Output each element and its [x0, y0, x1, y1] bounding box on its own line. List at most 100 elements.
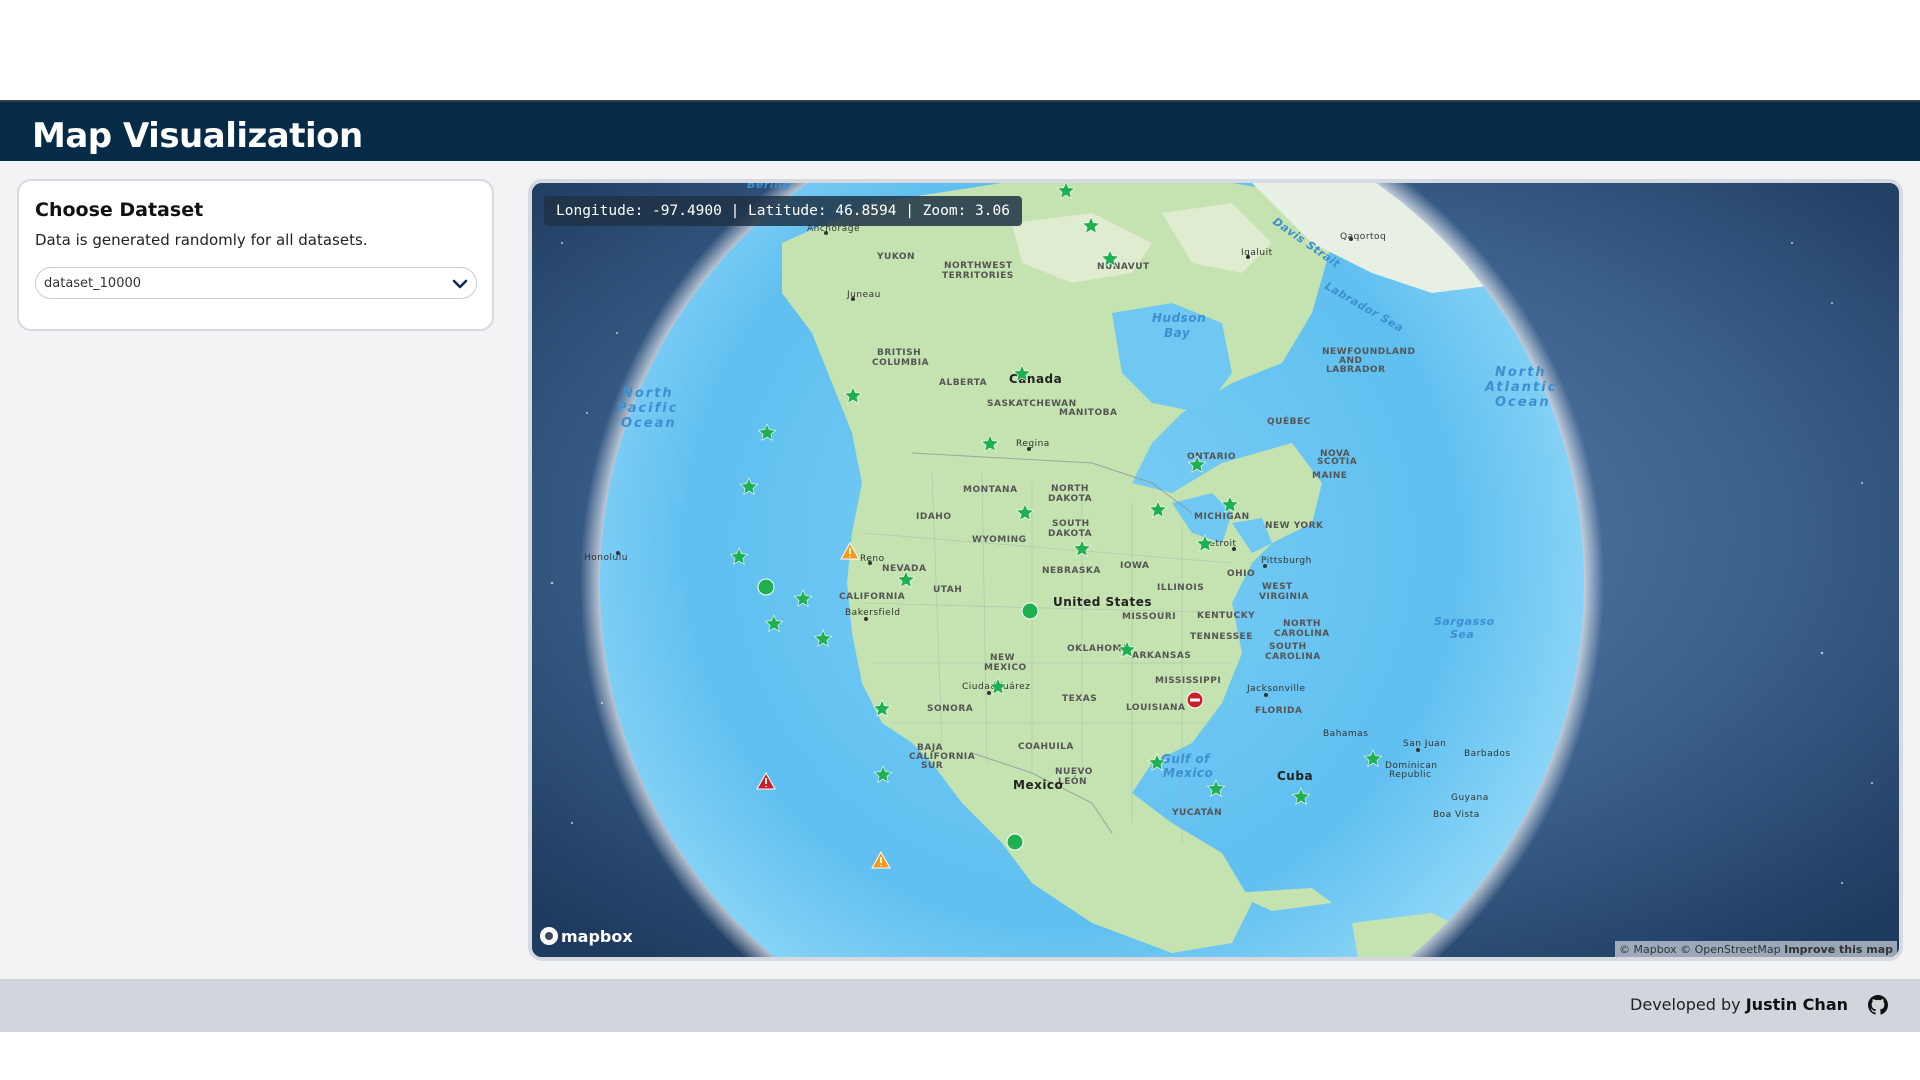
map-label: North: [1495, 365, 1547, 380]
top-blank-area: [0, 0, 1920, 100]
mapbox-logo-text: mapbox: [561, 927, 633, 946]
map-label: Gulf of: [1161, 752, 1211, 766]
map-label: ARKANSAS: [1132, 651, 1191, 661]
map-label: LABRADOR: [1326, 365, 1386, 375]
map-label: Mexico: [1163, 766, 1213, 780]
map-label: NEW YORK: [1265, 521, 1324, 531]
map-label: ILLINOIS: [1157, 583, 1204, 593]
map-label: North: [622, 386, 674, 401]
map-label: YUKON: [876, 252, 915, 262]
map-label: WEST: [1262, 582, 1293, 592]
map-label: CALIFORNIA: [839, 592, 905, 602]
map-label: Bahamas: [1323, 729, 1368, 739]
map-label: LOUISIANA: [1126, 703, 1186, 713]
card-title: Choose Dataset: [35, 199, 204, 221]
map-canvas[interactable]: Bering Anchorage YUKON NORTHWEST TERRITO…: [532, 183, 1899, 957]
footer: Developed by Justin Chan: [0, 979, 1920, 1032]
map-label: NORTHWEST: [944, 261, 1013, 271]
improve-map-link[interactable]: Improve this map: [1784, 943, 1893, 956]
map-label: DAKOTA: [1048, 529, 1092, 539]
map-label: NEBRASKA: [1042, 566, 1101, 576]
map-label: KENTUCKY: [1197, 611, 1255, 621]
map-attribution: © Mapbox © OpenStreetMap Improve this ma…: [1615, 941, 1897, 957]
map-label: CAROLINA: [1274, 629, 1330, 639]
mapbox-logo[interactable]: mapbox: [540, 927, 633, 951]
map-label: Bakersfield: [845, 608, 900, 618]
map-label: YUCATÁN: [1171, 806, 1222, 818]
map-label: OHIO: [1227, 569, 1255, 579]
map-label: QUÉBEC: [1267, 415, 1311, 427]
map-label: UTAH: [933, 585, 962, 595]
map-label: Boa Vista: [1433, 810, 1480, 820]
map-label: Barbados: [1464, 749, 1511, 759]
map-label: NUEVO: [1055, 767, 1093, 777]
map-label: NORTH: [1051, 484, 1089, 494]
map-label: Cuba: [1277, 769, 1313, 783]
coordinates-readout: Longitude: -97.4900 | Latitude: 46.8594 …: [544, 196, 1022, 226]
page-title: Map Visualization: [32, 116, 363, 156]
map-label: Reno: [860, 554, 885, 564]
chevron-down-icon: [452, 279, 468, 289]
dataset-select-value: dataset_10000: [44, 276, 142, 291]
map-label: Guyana: [1451, 793, 1489, 803]
map-label: SCOTIA: [1317, 457, 1357, 467]
github-icon[interactable]: [1868, 995, 1888, 1015]
map-label: Sargasso: [1434, 615, 1495, 628]
map-label: COAHUILA: [1018, 742, 1074, 752]
card-description: Data is generated randomly for all datas…: [35, 231, 368, 249]
developer-prefix: Developed by: [1630, 995, 1746, 1014]
map-label: NUNAVUT: [1097, 262, 1150, 272]
dataset-card: Choose Dataset Data is generated randoml…: [17, 179, 494, 331]
map-label: ONTARIO: [1187, 452, 1236, 462]
map-label: BRITISH: [877, 348, 921, 358]
map-label: SONORA: [927, 704, 973, 714]
map-label: Regina: [1016, 439, 1050, 449]
map-label: Bering: [747, 183, 791, 191]
map-label: SOUTH: [1269, 642, 1307, 652]
map-label: Atlantic: [1484, 380, 1557, 395]
dataset-select[interactable]: dataset_10000: [35, 267, 477, 299]
mapbox-logo-icon: [540, 927, 558, 945]
main-content: Choose Dataset Data is generated randoml…: [0, 161, 1920, 979]
map-label: Sea: [1450, 628, 1474, 641]
map-label: Mexico: [1013, 778, 1063, 792]
map-label: Pacific: [617, 401, 678, 416]
map-label: MICHIGAN: [1194, 512, 1250, 522]
map-label: NEWFOUNDLAND: [1322, 347, 1415, 357]
map-label: WYOMING: [972, 535, 1027, 545]
map-label: Qaqortoq: [1340, 232, 1386, 242]
map-container[interactable]: Bering Anchorage YUKON NORTHWEST TERRITO…: [528, 179, 1903, 961]
bottom-blank-area: [0, 1032, 1920, 1080]
developer-name[interactable]: Justin Chan: [1746, 995, 1848, 1014]
map-label: NORTH: [1283, 619, 1321, 629]
map-label: SUR: [921, 761, 943, 771]
map-label: Ocean: [621, 416, 677, 431]
map-label: FLORIDA: [1255, 706, 1302, 716]
map-label: MANITOBA: [1059, 408, 1117, 418]
map-label: ALBERTA: [939, 378, 987, 388]
map-label: Bay: [1164, 326, 1191, 340]
map-label: Pittsburgh: [1261, 556, 1312, 566]
map-label: NEVADA: [882, 564, 926, 574]
map-label: San Juan: [1403, 739, 1446, 749]
map-label: NEW: [990, 653, 1015, 663]
map-label: United States: [1053, 595, 1152, 609]
map-label: MONTANA: [963, 485, 1018, 495]
map-label: Ocean: [1495, 395, 1551, 410]
map-label: Republic: [1389, 770, 1431, 780]
map-label: TERRITORIES: [942, 271, 1014, 281]
map-label: TEXAS: [1062, 694, 1097, 704]
map-label: DAKOTA: [1048, 494, 1092, 504]
developer-credit: Developed by Justin Chan: [1630, 995, 1848, 1014]
map-label: IOWA: [1120, 561, 1150, 571]
attribution-mapbox-link[interactable]: © Mapbox: [1619, 943, 1677, 956]
map-label: Honolulu: [584, 553, 628, 563]
map-label: SOUTH: [1052, 519, 1090, 529]
map-label: CAROLINA: [1265, 652, 1321, 662]
attribution-osm-link[interactable]: © OpenStreetMap: [1680, 943, 1781, 956]
map-label: MAINE: [1312, 471, 1347, 481]
map-label: IDAHO: [916, 512, 951, 522]
map-label: Hudson: [1152, 311, 1206, 325]
map-label: VIRGINIA: [1259, 592, 1309, 602]
map-label: Canada: [1009, 372, 1062, 386]
